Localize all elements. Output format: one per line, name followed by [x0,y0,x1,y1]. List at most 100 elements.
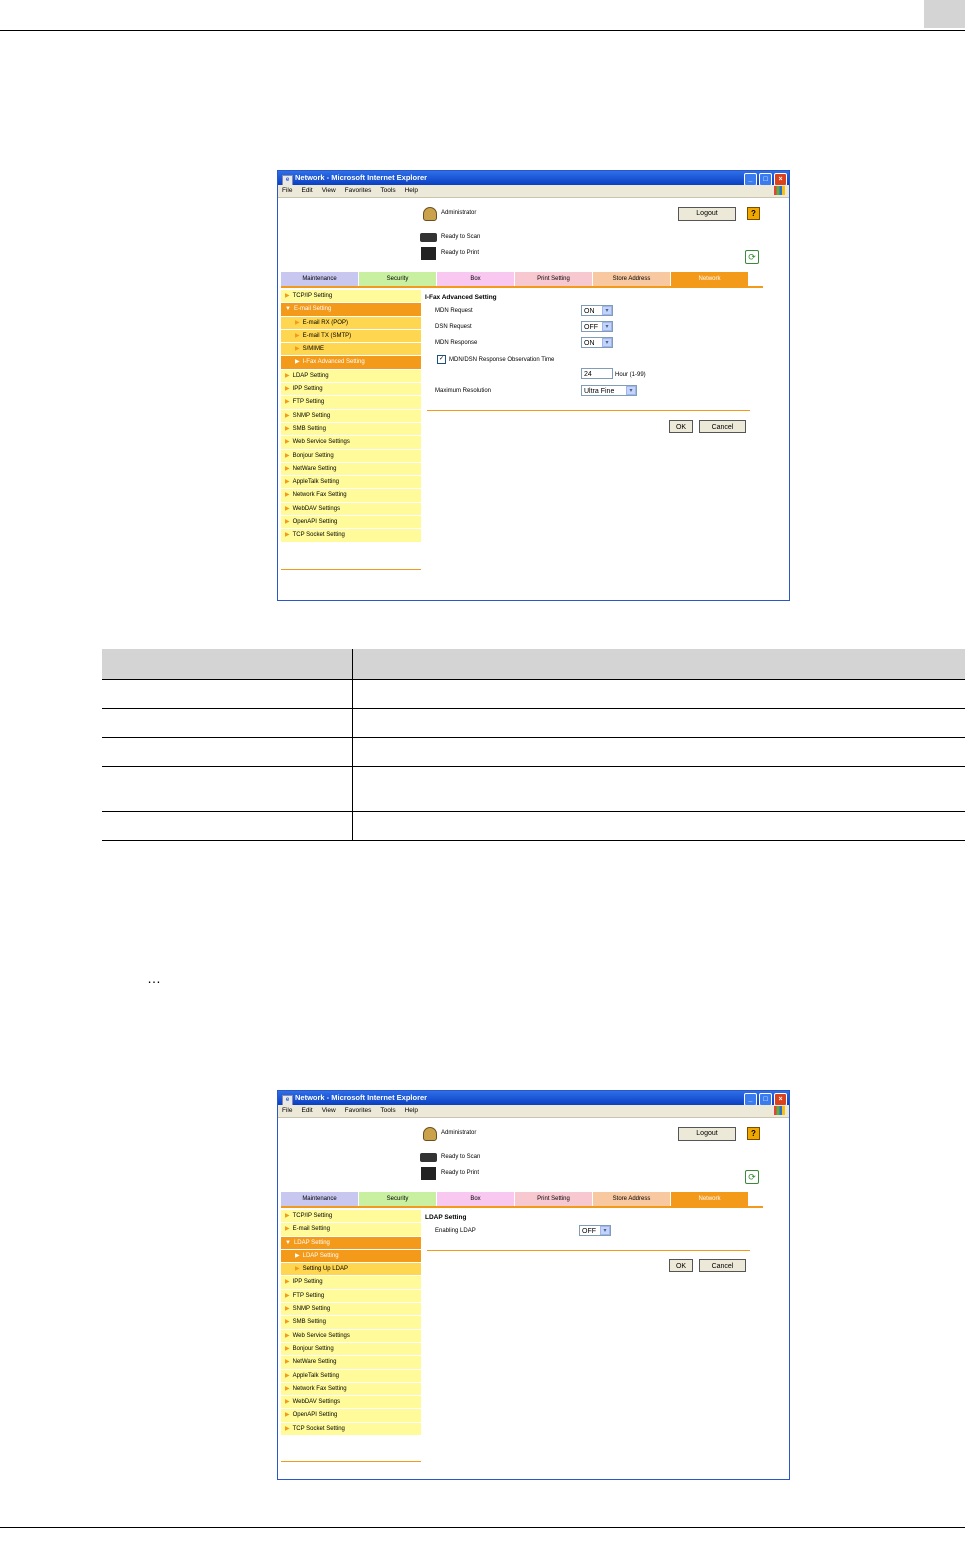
sidebar-item-webdav[interactable]: ▶ WebDAV Settings [281,503,421,517]
tab-bar: Maintenance Security Box Print Setting S… [281,272,749,286]
sidebar-item-netware[interactable]: ▶ NetWare Setting [281,463,421,477]
page-number-box [924,0,965,28]
help-icon[interactable]: ? [747,1127,760,1140]
windows-flag-icon [774,186,785,195]
sidebar-item-webdav[interactable]: ▶ WebDAV Settings [281,1396,421,1410]
menu-file[interactable]: File [282,187,292,194]
logout-button[interactable]: Logout [678,1127,736,1141]
sidebar-item-email-tx[interactable]: ▶ E-mail TX (SMTP) [281,329,421,344]
mdn-response-label: MDN Response [435,340,478,346]
chevron-down-icon: ▾ [602,338,612,347]
tab-network[interactable]: Network [671,272,748,286]
dsn-request-select[interactable]: OFF ▾ [581,321,613,332]
sidebar-item-smb[interactable]: ▶ SMB Setting [281,423,421,437]
tab-maintenance[interactable]: Maintenance [281,1192,358,1206]
menu-bar: File Edit View Favorites Tools Help [278,1105,789,1118]
cancel-button[interactable]: Cancel [699,420,746,433]
menu-edit[interactable]: Edit [301,1107,312,1114]
print-status: Ready to Print [441,250,480,256]
mdn-response-select[interactable]: ON ▾ [581,337,613,348]
windows-flag-icon [774,1106,785,1115]
sidebar-item-bonjour[interactable]: ▶ Bonjour Setting [281,1343,421,1357]
sidebar-item-bonjour[interactable]: ▶ Bonjour Setting [281,450,421,463]
sidebar-item-openapi[interactable]: ▶ OpenAPI Setting [281,516,421,530]
menu-tools[interactable]: Tools [380,187,395,194]
sidebar-item-ifax-advanced[interactable]: ▶ I-Fax Advanced Setting [281,356,421,370]
menu-view[interactable]: View [322,1107,336,1114]
menu-tools[interactable]: Tools [380,1107,395,1114]
help-icon[interactable]: ? [747,207,760,220]
menu-help[interactable]: Help [405,1107,418,1114]
sidebar-item-snmp[interactable]: ▶ SNMP Setting [281,410,421,423]
parameter-table [102,649,965,841]
sidebar-item-ldap-setting[interactable]: ▶ LDAP Setting [281,1249,421,1264]
tab-store-address[interactable]: Store Address [593,272,670,286]
sidebar-item-tcpip[interactable]: ▶ TCP/IP Setting [281,1210,421,1224]
sidebar-item-tcpip[interactable]: ▶ TCP/IP Setting [281,290,421,304]
administrator-icon [423,1127,437,1141]
ok-button[interactable]: OK [669,1259,693,1272]
observation-checkbox[interactable]: ✓ [437,355,446,364]
refresh-icon[interactable]: ⟳ [745,1170,759,1184]
tab-store-address[interactable]: Store Address [593,1192,670,1206]
sidebar-item-web-service[interactable]: ▶ Web Service Settings [281,436,421,450]
sidebar-item-web-service[interactable]: ▶ Web Service Settings [281,1330,421,1343]
tab-network[interactable]: Network [671,1192,748,1206]
menu-help[interactable]: Help [405,187,418,194]
sidebar-item-network-fax[interactable]: ▶ Network Fax Setting [281,489,421,503]
sidebar-item-openapi[interactable]: ▶ OpenAPI Setting [281,1409,421,1423]
sidebar-item-ipp[interactable]: ▶ IPP Setting [281,1276,421,1290]
sidebar-item-tcp-socket[interactable]: ▶ TCP Socket Setting [281,1423,421,1437]
sidebar-item-appletalk[interactable]: ▶ AppleTalk Setting [281,1370,421,1383]
tab-security[interactable]: Security [359,272,436,286]
max-resolution-select[interactable]: Ultra Fine ▾ [581,385,637,396]
sidebar-item-email-rx[interactable]: ▶ E-mail RX (POP) [281,316,421,330]
mdn-request-label: MDN Request [435,308,473,314]
ok-button[interactable]: OK [669,420,693,433]
sidebar-item-snmp[interactable]: ▶ SNMP Setting [281,1303,421,1317]
enabling-ldap-select[interactable]: OFF ▾ [579,1225,611,1236]
menu-bar: File Edit View Favorites Tools Help [278,185,789,198]
chevron-down-icon: ▾ [600,1226,610,1235]
sidebar-item-network-fax[interactable]: ▶ Network Fax Setting [281,1383,421,1397]
sidebar-item-appletalk[interactable]: ▶ AppleTalk Setting [281,476,421,490]
menu-favorites[interactable]: Favorites [345,1107,372,1114]
sidebar-item-smb[interactable]: ▶ SMB Setting [281,1316,421,1330]
tab-maintenance[interactable]: Maintenance [281,272,358,286]
administrator-icon [423,207,437,221]
sidebar-item-setting-up-ldap[interactable]: ▶ Setting Up LDAP [281,1263,421,1277]
mdn-request-select[interactable]: ON ▾ [581,305,613,316]
scanner-icon [420,1153,437,1162]
table-cell [352,766,965,812]
sidebar-item-ldap[interactable]: ▶ LDAP Setting [281,370,421,384]
tab-security[interactable]: Security [359,1192,436,1206]
sidebar-item-ipp[interactable]: ▶ IPP Setting [281,383,421,397]
sidebar-item-ftp[interactable]: ▶ FTP Setting [281,1290,421,1304]
logout-button[interactable]: Logout [678,207,736,221]
refresh-icon[interactable]: ⟳ [745,250,759,264]
sidebar-item-smime[interactable]: ▶ S/MIME [281,343,421,357]
tab-print-setting[interactable]: Print Setting [515,272,592,286]
tab-box[interactable]: Box [437,272,514,286]
sidebar-item-tcp-socket[interactable]: ▶ TCP Socket Setting [281,529,421,543]
sidebar: ▶ TCP/IP Setting ▶ E-mail Setting ▼ LDAP Se… [281,1210,421,1437]
sidebar-item-ldap[interactable]: ▼ LDAP Setting [281,1236,421,1250]
browser-window-ifax: e Network - Microsoft Internet Explorer _… [277,170,790,601]
menu-file[interactable]: File [282,1107,292,1114]
sidebar-item-email[interactable]: ▶ E-mail Setting [281,1223,421,1237]
tab-print-setting[interactable]: Print Setting [515,1192,592,1206]
cancel-button[interactable]: Cancel [699,1259,746,1272]
menu-favorites[interactable]: Favorites [345,187,372,194]
menu-edit[interactable]: Edit [301,187,312,194]
dsn-request-label: DSN Request [435,324,472,330]
sidebar-item-email[interactable]: ▼ E-mail Setting [281,303,421,317]
observation-time-input[interactable]: 24 [581,368,613,379]
print-status: Ready to Print [441,1170,480,1176]
administrator-label: Administrator [441,1130,477,1136]
menu-view[interactable]: View [322,187,336,194]
sidebar-item-ftp[interactable]: ▶ FTP Setting [281,396,421,410]
table-cell [102,766,353,812]
title-bar: e Network - Microsoft Internet Explorer _… [278,171,789,186]
tab-box[interactable]: Box [437,1192,514,1206]
sidebar-item-netware[interactable]: ▶ NetWare Setting [281,1356,421,1370]
